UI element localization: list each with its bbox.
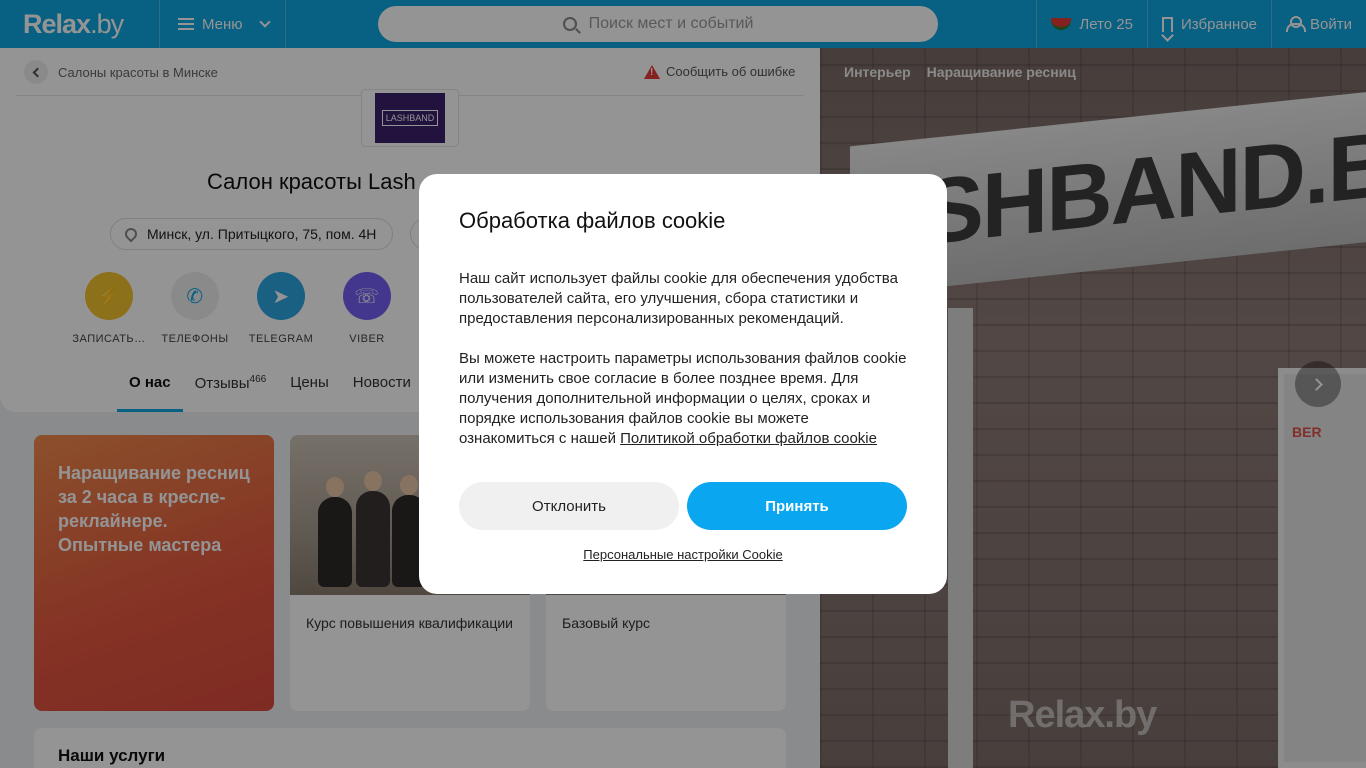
cookie-policy-link[interactable]: Политикой обработки файлов cookie — [620, 430, 877, 447]
cookie-paragraph-2: Вы можете настроить параметры использова… — [459, 350, 907, 447]
accept-button[interactable]: Принять — [687, 482, 907, 530]
cookie-title: Обработка файлов cookie — [459, 208, 726, 233]
decline-button[interactable]: Отклонить — [459, 482, 679, 530]
cookie-dialog: Обработка файлов cookie Наш сайт использ… — [419, 174, 947, 594]
cookie-settings-link[interactable]: Персональные настройки Cookie — [459, 547, 907, 562]
cookie-paragraph-1: Наш сайт использует файлы cookie для обе… — [459, 270, 898, 327]
